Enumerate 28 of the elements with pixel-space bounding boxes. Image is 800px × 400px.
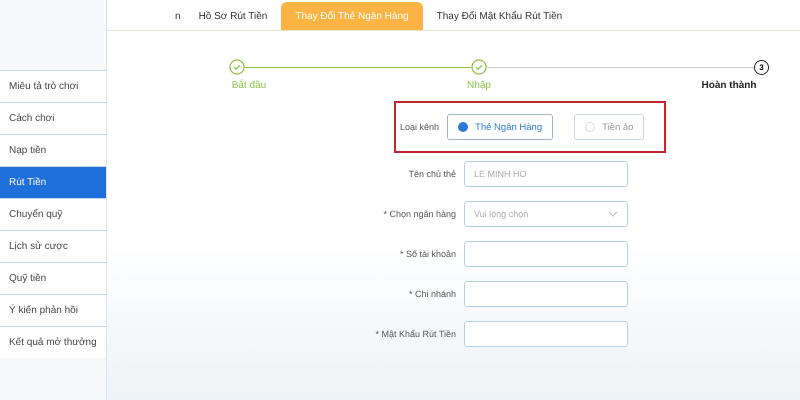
sidebar-item[interactable]: Nạp tiền: [0, 134, 106, 166]
step-label: Nhập: [467, 80, 491, 91]
sidebar-item[interactable]: Kết quả mở thưởng: [0, 326, 106, 358]
field-label: * Chọn ngân hàng: [382, 209, 456, 219]
field-label: Tên chủ thẻ: [407, 169, 456, 179]
field-label: * Số tài khoản: [398, 249, 456, 259]
field-label: * Chi nhánh: [408, 289, 456, 299]
sidebar-item[interactable]: Cách chơi: [0, 102, 106, 134]
sidebar-item[interactable]: Ý kiến phản hồi: [0, 294, 106, 326]
field-label: Loại kênh: [400, 122, 440, 132]
sidebar-item[interactable]: Quỹ tiền: [0, 262, 106, 294]
step-label: Hoàn thành: [702, 80, 756, 91]
sidebar-item[interactable]: Rút Tiền: [0, 166, 106, 198]
tab[interactable]: Thay Đổi Mật Khẩu Rút Tiền: [422, 2, 576, 30]
tab[interactable]: Hồ Sơ Rút Tiền: [184, 2, 282, 30]
input-field[interactable]: [464, 241, 628, 267]
input-field[interactable]: [464, 281, 628, 307]
field-label: * Mật Khẩu Rút Tiền: [374, 329, 456, 339]
sidebar-item[interactable]: Chuyển quỹ: [0, 198, 106, 230]
step-number: 3: [754, 60, 769, 74]
step-label: Bắt đầu: [232, 80, 266, 91]
sidebar-item[interactable]: Miêu tả trò chơi: [0, 70, 106, 102]
input-field[interactable]: [464, 321, 628, 347]
radio-option[interactable]: Thẻ Ngân Hàng: [447, 114, 554, 140]
chevron-down-icon: [608, 211, 618, 217]
placeholder: Vui lòng chọn: [474, 209, 528, 219]
sidebar-item[interactable]: Lịch sử cược: [0, 230, 106, 262]
tab[interactable]: n: [171, 2, 185, 30]
